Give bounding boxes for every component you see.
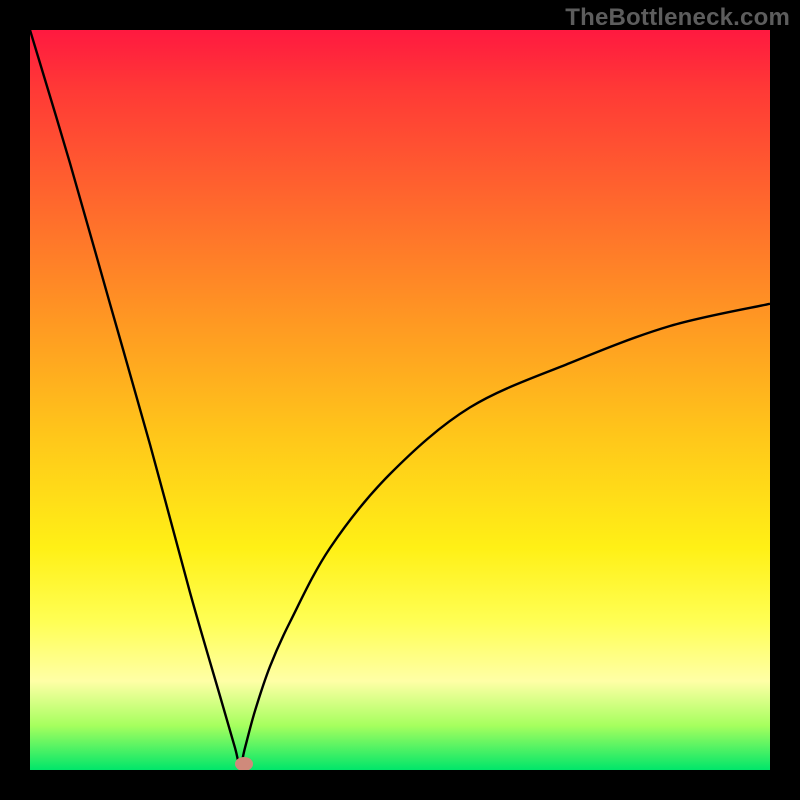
curve-path [30, 30, 770, 766]
chart-frame: TheBottleneck.com [0, 0, 800, 800]
bottleneck-curve [30, 30, 770, 770]
minimum-marker [235, 757, 253, 770]
plot-area [30, 30, 770, 770]
watermark-text: TheBottleneck.com [565, 4, 790, 32]
